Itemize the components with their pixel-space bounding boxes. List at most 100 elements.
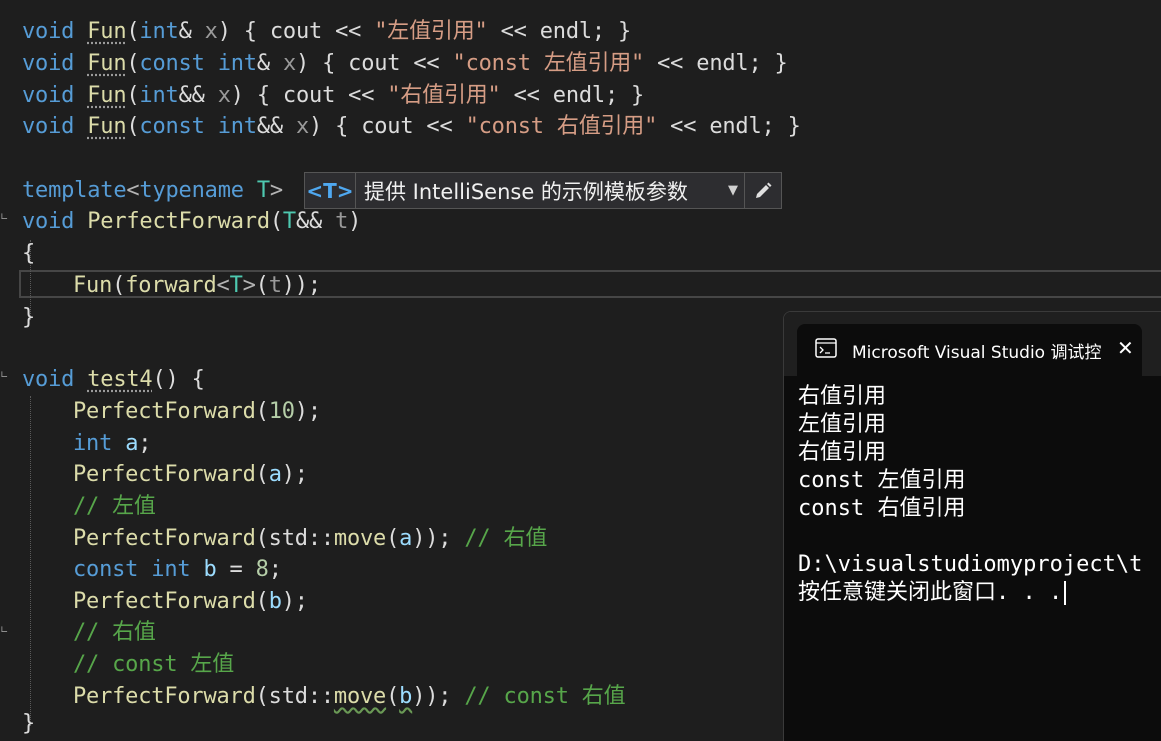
string-literal: "const 左值引用"	[452, 51, 645, 76]
code-line[interactable]: {	[22, 238, 35, 270]
comment: // const 左值	[73, 652, 235, 677]
type-parameter: T	[256, 178, 270, 203]
keyword: template	[22, 178, 127, 203]
code-line[interactable]: void Fun(int& x) { cout << "左值引用" << end…	[22, 16, 631, 48]
operator: &	[178, 19, 192, 44]
code-line[interactable]: void Fun(int&& x) { cout << "右值引用" << en…	[22, 80, 644, 112]
punctuation: (	[255, 462, 269, 487]
punctuation: (	[255, 399, 269, 424]
intellisense-template-bar[interactable]: <T> 提供 IntelliSense 的示例模板参数 ▼	[304, 172, 782, 209]
console-tab[interactable]: Microsoft Visual Studio 调试控 ✕	[797, 324, 1142, 376]
console-line: 右值引用	[798, 440, 887, 465]
code-line[interactable]: }	[22, 302, 35, 334]
console-prompt-text: 按任意键关闭此窗口. . .	[798, 580, 1063, 605]
code-text: ) { cout <<	[230, 83, 388, 108]
code-line[interactable]: // 右值	[73, 617, 156, 649]
keyword: const	[73, 557, 139, 582]
code-line[interactable]: void test4() {	[22, 364, 205, 396]
code-line[interactable]: // const 左值	[73, 649, 234, 681]
pencil-icon-graphic	[756, 182, 772, 198]
code-line[interactable]: Fun(forward<T>(t));	[73, 270, 321, 302]
function-name: Fun	[87, 114, 127, 139]
code-line[interactable]: PerfectForward(std::move(a)); // 右值	[73, 523, 547, 555]
function-name: PerfectForward	[73, 684, 256, 709]
operator: &&	[178, 83, 205, 108]
console-tabstrip: Microsoft Visual Studio 调试控 ✕	[784, 312, 1161, 376]
console-line-prompt: 按任意键关闭此窗口. . .	[798, 579, 1161, 607]
punctuation: (	[126, 114, 140, 139]
terminal-icon	[815, 338, 837, 362]
code-text: << endl; }	[500, 83, 645, 108]
function-name: forward	[125, 273, 217, 298]
function-name: move	[333, 684, 387, 709]
keyword: int	[73, 431, 113, 456]
function-name: Fun	[87, 83, 127, 108]
code-line[interactable]: void Fun(const int&& x) { cout << "const…	[22, 111, 801, 143]
punctuation: <	[216, 273, 230, 298]
keyword: void	[22, 51, 75, 76]
code-line[interactable]: int a;	[73, 428, 151, 460]
punctuation: ));	[412, 526, 465, 551]
indent-guide	[30, 396, 31, 726]
fold-collapse-icon[interactable]: ∟	[0, 370, 8, 381]
pencil-icon[interactable]	[744, 173, 781, 208]
punctuation: }	[22, 711, 36, 736]
fold-collapse-icon[interactable]: ∟	[0, 212, 8, 223]
console-tab-title: Microsoft Visual Studio 调试控	[852, 343, 1102, 363]
operator: &&	[295, 209, 323, 234]
punctuation: }	[22, 305, 36, 330]
fold-collapse-icon[interactable]: ∟	[0, 625, 8, 636]
parameter: x	[217, 83, 231, 108]
code-text: << endl; }	[657, 114, 801, 139]
punctuation: ));	[281, 273, 321, 298]
code-text: << endl; }	[644, 51, 788, 76]
console-line: const 右值引用	[798, 496, 966, 521]
debug-console-window[interactable]: Microsoft Visual Studio 调试控 ✕ 右值引用 左值引用 …	[783, 311, 1161, 741]
keyword: void	[22, 209, 75, 234]
keyword: const	[139, 114, 205, 139]
function-name: Fun	[73, 273, 113, 298]
keyword: void	[22, 19, 75, 44]
keyword: int	[139, 19, 179, 44]
punctuation: ;	[268, 557, 282, 582]
code-line[interactable]: // 左值	[73, 491, 156, 523]
comment: // const 右值	[464, 684, 626, 709]
console-line: D:\visualstudiomyproject\t	[798, 552, 1143, 577]
console-output: 右值引用 左值引用 右值引用 const 左值引用 const 右值引用 D:\…	[798, 383, 1161, 607]
code-line[interactable]: void Fun(const int& x) { cout << "const …	[22, 48, 788, 80]
keyword: int	[217, 51, 257, 76]
code-line[interactable]: PerfectForward(b);	[73, 586, 308, 618]
punctuation: );	[281, 589, 308, 614]
code-text: ) { cout <<	[217, 19, 375, 44]
template-chip[interactable]: <T>	[305, 173, 356, 208]
function-name: PerfectForward	[73, 589, 256, 614]
close-icon[interactable]: ✕	[1117, 336, 1134, 360]
chevron-down-icon[interactable]: ▼	[722, 183, 744, 198]
code-line[interactable]: void PerfectForward(T&& t)	[22, 206, 361, 238]
function-name: move	[333, 526, 387, 551]
punctuation: () {	[152, 367, 205, 392]
variable: b	[399, 684, 413, 709]
string-literal: "右值引用"	[387, 83, 501, 108]
keyword: void	[22, 83, 75, 108]
template-bar-label: 提供 IntelliSense 的示例模板参数	[364, 179, 688, 204]
operator: &&	[256, 114, 283, 139]
punctuation: ;	[138, 431, 152, 456]
code-line[interactable]: PerfectForward(std::move(b)); // const 右…	[73, 681, 626, 713]
code-line[interactable]: template<typename T>	[22, 175, 283, 207]
code-line[interactable]: PerfectForward(a);	[73, 459, 308, 491]
comment: // 右值	[464, 526, 548, 551]
function-name: PerfectForward	[73, 526, 256, 551]
code-line[interactable]: }	[22, 708, 35, 740]
punctuation: (	[126, 83, 140, 108]
text-cursor	[1064, 581, 1067, 605]
punctuation: (	[255, 589, 269, 614]
code-line[interactable]: const int b = 8;	[73, 554, 282, 586]
variable: b	[268, 589, 282, 614]
function-name: PerfectForward	[73, 399, 256, 424]
punctuation: (	[126, 19, 140, 44]
punctuation: );	[281, 462, 308, 487]
punctuation: <	[126, 178, 140, 203]
code-line[interactable]: PerfectForward(10);	[73, 396, 321, 428]
